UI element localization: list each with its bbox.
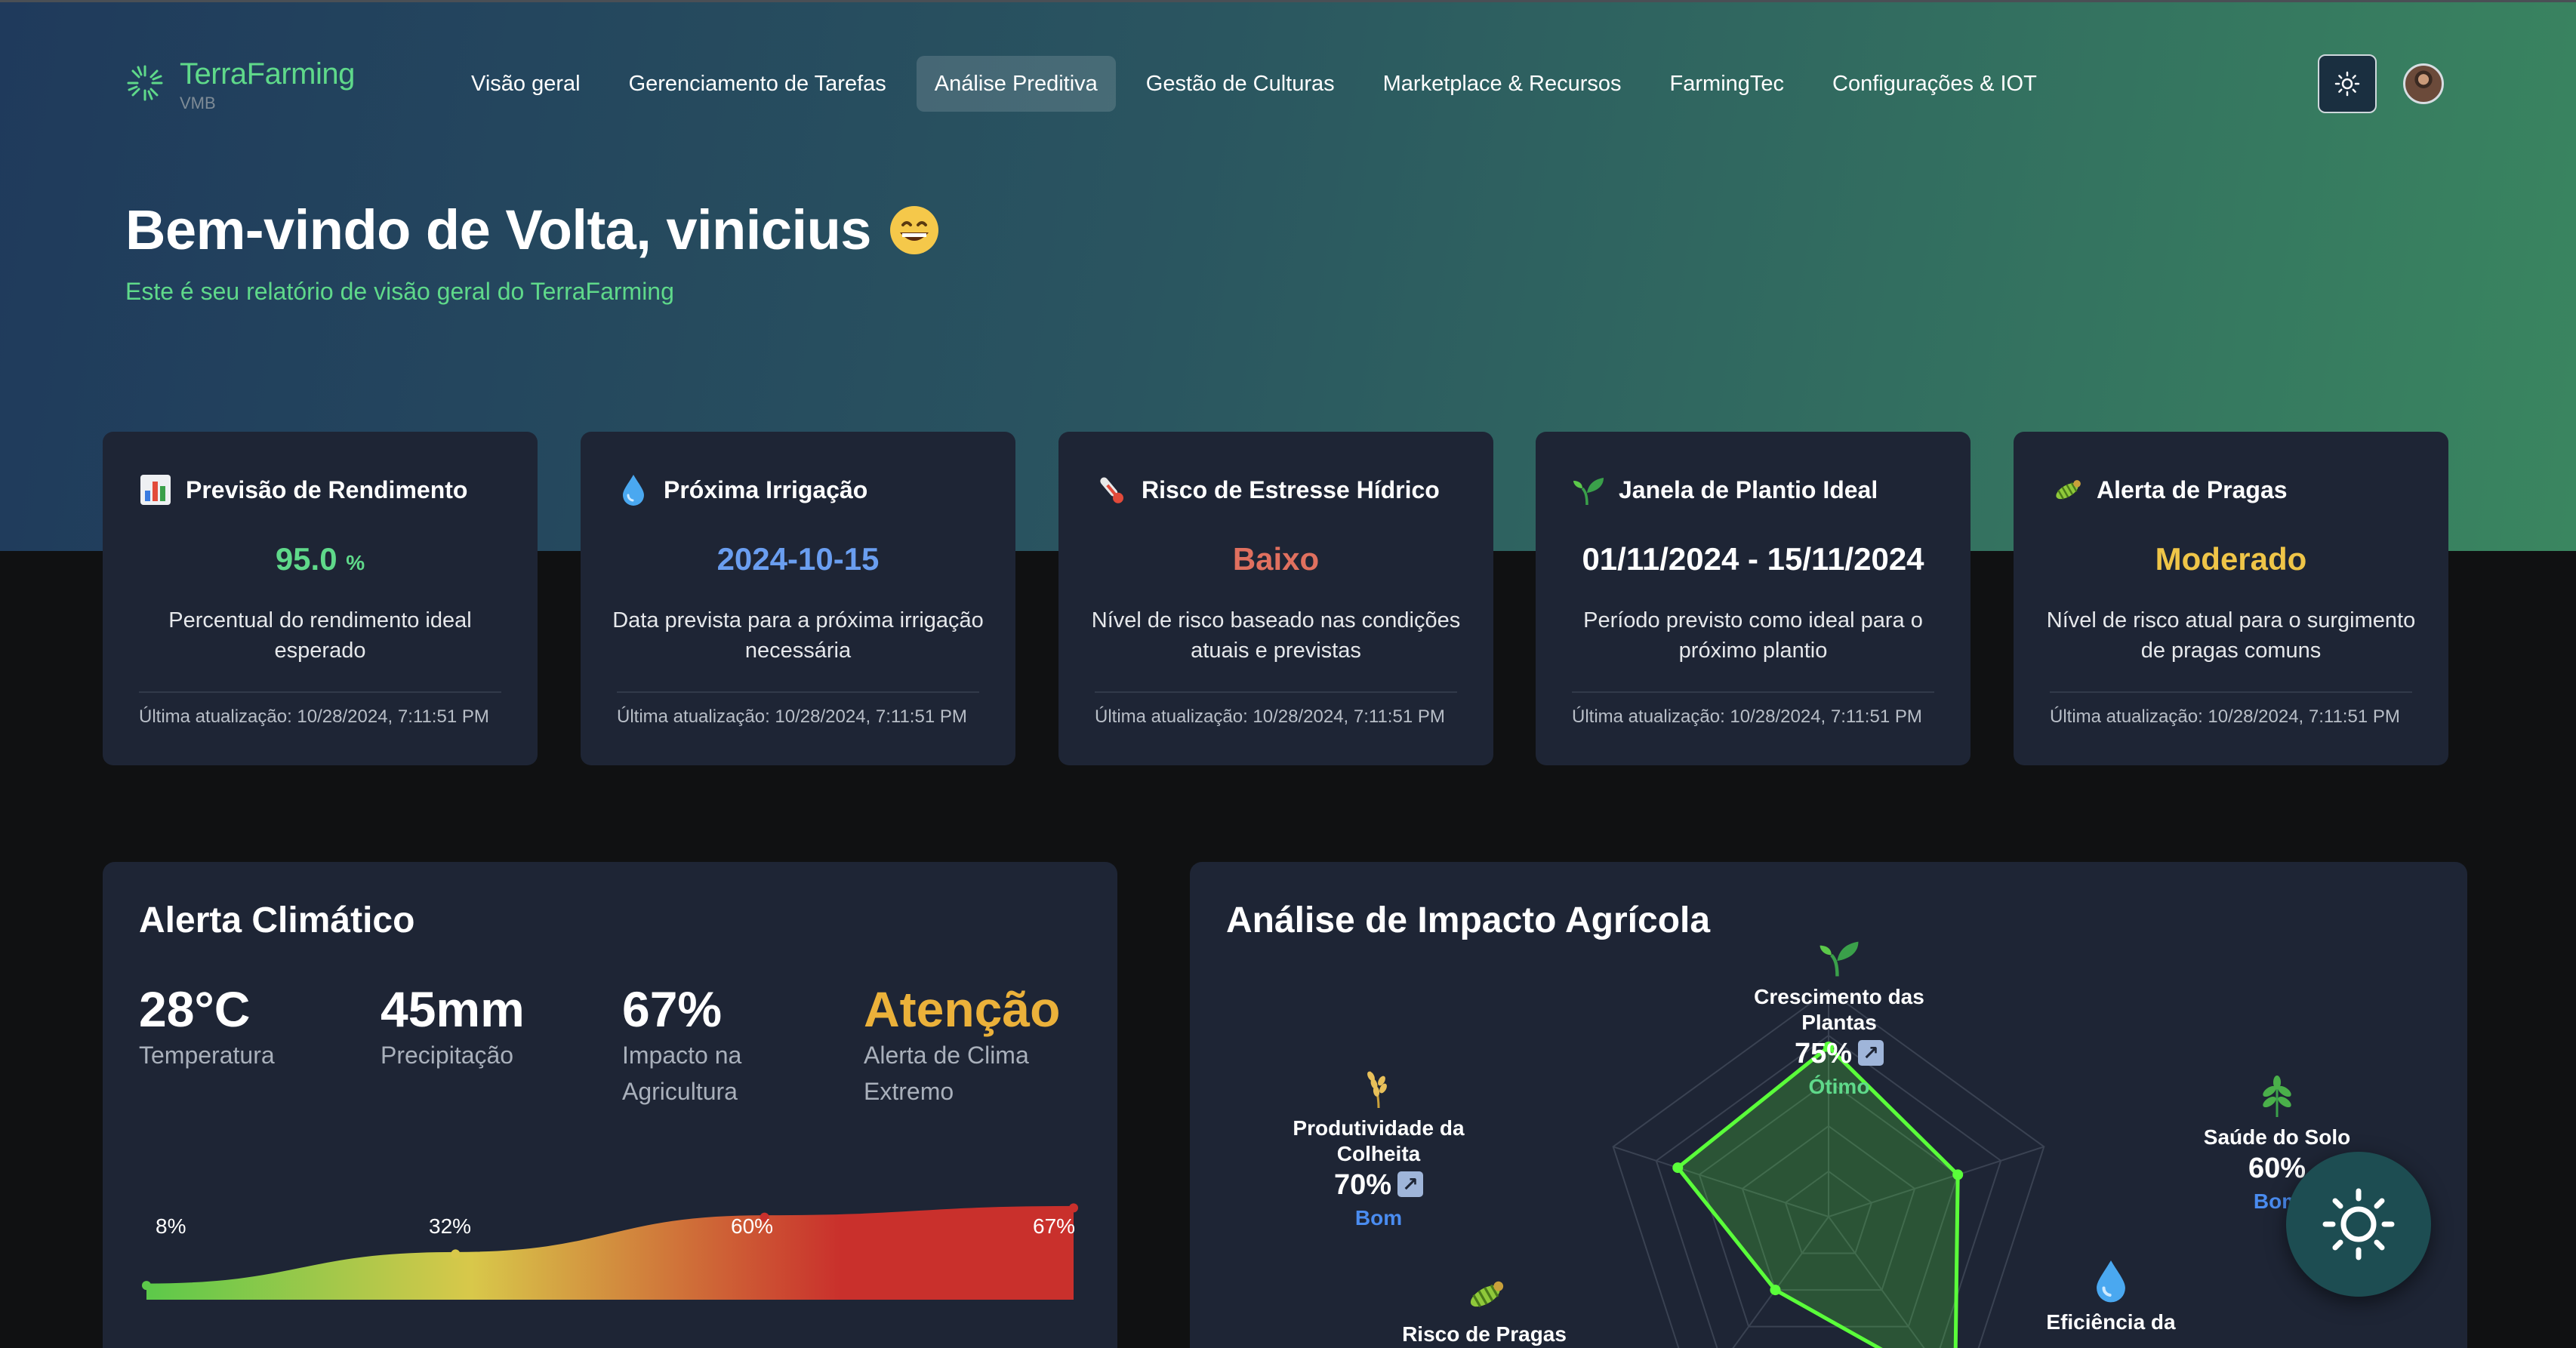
radar-axis-status: Bom [1354, 1206, 1403, 1230]
card-divider [617, 691, 979, 693]
nav-item-analise-preditiva[interactable]: Análise Preditiva [916, 56, 1116, 112]
radar-axis-label: Eficiência da [2046, 1310, 2176, 1334]
nav-item-tarefas[interactable]: Gerenciamento de Tarefas [611, 56, 904, 112]
climate-alert-panel: Alerta Climático 28°C Temperatura 45mm P… [103, 862, 1117, 1348]
card-divider [2050, 691, 2412, 693]
trend-label: 8% [156, 1214, 186, 1238]
card-alerta-pragas: Alerta de Pragas Moderado Nível de risco… [2014, 432, 2448, 765]
card-description: Percentual do rendimento ideal esperado [168, 608, 472, 663]
brand-logo[interactable]: TerraFarming VMB [125, 56, 355, 113]
card-value: Moderado [2155, 541, 2307, 577]
card-proxima-irrigacao: Próxima Irrigação 2024-10-15 Data previs… [581, 432, 1015, 765]
radar-label-pragas: Risco de Pragas [1386, 1273, 1582, 1347]
droplet-icon [2097, 1260, 2125, 1303]
user-avatar[interactable] [2403, 63, 2444, 104]
card-title: Risco de Estresse Hídrico [1142, 475, 1440, 503]
bar-chart-icon [139, 473, 172, 506]
card-description: Nível de risco baseado nas condições atu… [1091, 608, 1461, 663]
radar-point [1952, 1169, 1964, 1180]
nav-item-culturas[interactable]: Gestão de Culturas [1128, 56, 1353, 112]
card-updated: Última atualização: 10/28/2024, 7:11:51 … [2050, 706, 2400, 727]
card-updated: Última atualização: 10/28/2024, 7:11:51 … [139, 706, 489, 727]
card-value-unit: % [346, 551, 365, 574]
card-title: Alerta de Pragas [2097, 475, 2288, 503]
radar-label-crescimento: Crescimento das Plantas 75% ↗ Ótimo [1733, 936, 1945, 1102]
sunburst-logo-icon [127, 65, 163, 101]
sun-icon [2334, 71, 2360, 97]
trend-label: 67% [1033, 1214, 1075, 1238]
brand-name: TerraFarming [180, 57, 355, 91]
pct-value: 70% [1333, 1169, 1392, 1201]
radar-axis-status: Ótimo [1808, 1075, 1870, 1098]
card-divider [1572, 691, 1934, 693]
page-subtitle: Este é seu relatório de visão geral do T… [125, 278, 674, 305]
trend-up-icon: ↗ [1858, 1040, 1884, 1066]
card-value: 01/11/2024 - 15/11/2024 [1582, 541, 1924, 577]
card-updated: Última atualização: 10/28/2024, 7:11:51 … [1095, 706, 1445, 727]
radar-label-eficiencia: Eficiência da [2020, 1258, 2202, 1335]
rice-icon [1367, 1071, 1387, 1109]
grinning-face-icon [889, 206, 938, 254]
card-description: Período previsto como ideal para o próxi… [1583, 608, 1923, 663]
card-divider [139, 691, 501, 693]
nav-item-visao-geral[interactable]: Visão geral [453, 56, 599, 112]
nav-item-marketplace[interactable]: Marketplace & Recursos [1365, 56, 1640, 112]
window-top-border [0, 0, 2576, 2]
page-title: Bem-vindo de Volta, vinicius [125, 198, 941, 262]
card-description: Data prevista para a próxima irrigação n… [612, 608, 984, 663]
card-value: Baixo [1232, 541, 1320, 577]
card-title: Janela de Plantio Ideal [1619, 475, 1878, 503]
brand-subtitle: VMB [180, 94, 216, 112]
welcome-text: Bem-vindo de Volta, vinicius [125, 199, 871, 261]
radar-point [1672, 1162, 1684, 1174]
radar-axis-label: Produtividade da Colheita [1293, 1116, 1465, 1165]
floating-theme-button[interactable] [2286, 1152, 2431, 1297]
card-divider [1095, 691, 1457, 693]
card-title: Próxima Irrigação [664, 475, 868, 503]
impact-trend-chart: 8% 32% 60% 67% [142, 1203, 1078, 1300]
seedling-icon [1820, 941, 1859, 977]
trend-point [1069, 1203, 1078, 1213]
card-updated: Última atualização: 10/28/2024, 7:11:51 … [1572, 706, 1922, 727]
card-value: 95.0 % [103, 541, 538, 577]
card-title: Previsão de Rendimento [186, 475, 468, 503]
herb-icon [2263, 1076, 2291, 1117]
card-previsao-rendimento: Previsão de Rendimento 95.0 % Percentual… [103, 432, 538, 765]
radar-axis-label: Saúde do Solo [2203, 1125, 2351, 1149]
nav-item-farmingtec[interactable]: FarmingTec [1652, 56, 1803, 112]
bug-icon [1470, 1281, 1504, 1308]
card-description: Nível de risco atual para o surgimento d… [2046, 608, 2416, 663]
bug-icon [2050, 473, 2083, 506]
radar-label-produtividade: Produtividade da Colheita 70% ↗ Bom [1280, 1064, 1477, 1233]
radar-point [1770, 1285, 1781, 1296]
nav-item-configuracoes[interactable]: Configurações & IOT [1814, 56, 2055, 112]
sun-icon [2322, 1188, 2395, 1260]
seedling-icon [1572, 473, 1605, 506]
card-risco-estresse: Risco de Estresse Hídrico Baixo Nível de… [1058, 432, 1493, 765]
theme-toggle-button[interactable] [2318, 54, 2377, 113]
trend-area [146, 1208, 1074, 1300]
impact-analysis-panel: Análise de Impacto Agrícola Crescimento … [1190, 862, 2467, 1348]
card-value: 2024-10-15 [716, 541, 880, 577]
pct-value: 75% [1794, 1038, 1853, 1069]
radar-axis-pct: 75% ↗ [1733, 1036, 1945, 1072]
main-nav: Visão geral Gerenciamento de Tarefas Aná… [453, 56, 2067, 112]
droplet-icon [617, 473, 650, 506]
trend-up-icon: ↗ [1397, 1171, 1424, 1197]
radar-axis-label: Risco de Pragas [1402, 1322, 1567, 1346]
thermometer-icon [1095, 473, 1128, 506]
card-janela-plantio: Janela de Plantio Ideal 01/11/2024 - 15/… [1536, 432, 1971, 765]
trend-label: 60% [731, 1214, 773, 1238]
trend-point [451, 1249, 461, 1259]
radar-axis-label: Crescimento das Plantas [1754, 985, 1924, 1034]
card-value-number: 95.0 [275, 541, 337, 577]
trend-point [142, 1281, 151, 1291]
card-updated: Última atualização: 10/28/2024, 7:11:51 … [617, 706, 967, 727]
radar-axis-pct: 70% ↗ [1280, 1167, 1477, 1203]
trend-label: 32% [429, 1214, 471, 1238]
